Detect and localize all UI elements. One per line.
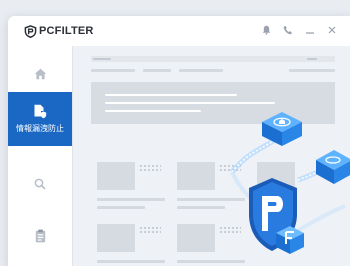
notification-bell-icon[interactable]	[260, 24, 272, 36]
placeholder-line	[179, 69, 223, 72]
main-content	[72, 46, 350, 266]
pcfilter-logo-icon	[24, 24, 37, 38]
card-dots	[139, 164, 161, 172]
sidebar-item-leak-prevention[interactable]: 情報漏洩防止	[8, 92, 72, 146]
close-button[interactable]	[326, 24, 338, 36]
window-controls	[260, 24, 338, 36]
placeholder-line	[91, 69, 135, 72]
sidebar-item-search[interactable]	[8, 162, 72, 206]
banner-placeholder-line	[105, 94, 237, 96]
header-placeholder	[91, 56, 335, 62]
card-text-line	[177, 206, 225, 209]
card-thumbnail	[97, 162, 135, 190]
shield-document-icon	[34, 104, 47, 119]
card-text-line	[177, 260, 245, 263]
card-thumbnail	[177, 162, 215, 190]
card-thumbnail	[257, 162, 295, 190]
placeholder-line	[289, 69, 335, 72]
minimize-button[interactable]	[304, 24, 316, 36]
app-window: PCFILTER 情報漏洩防止	[8, 16, 350, 266]
header-placeholder-text	[93, 58, 111, 60]
banner-placeholder	[91, 82, 335, 124]
clipboard-icon	[35, 229, 45, 243]
card-text-line	[177, 198, 245, 201]
header-placeholder-dots	[307, 58, 317, 60]
sidebar-item-report[interactable]	[8, 214, 72, 258]
placeholder-line	[143, 69, 171, 72]
title-bar: PCFILTER	[8, 16, 350, 46]
search-icon	[34, 178, 46, 190]
card-dots	[219, 226, 241, 234]
card-thumbnail	[97, 224, 135, 252]
home-icon	[34, 68, 46, 80]
card-text-line	[97, 198, 165, 201]
banner-placeholder-line	[105, 102, 275, 104]
phone-support-icon[interactable]	[282, 24, 294, 36]
brand-name: PCFILTER	[39, 25, 94, 37]
brand-logo: PCFILTER	[24, 24, 94, 38]
card-dots	[139, 226, 161, 234]
card-text-line	[97, 206, 145, 209]
sidebar-item-label: 情報漏洩防止	[16, 124, 64, 133]
card-thumbnail	[177, 224, 215, 252]
sidebar: 情報漏洩防止	[8, 46, 72, 266]
card-text-line	[97, 260, 165, 263]
sidebar-item-home[interactable]	[8, 52, 72, 96]
card-dots	[219, 164, 241, 172]
banner-placeholder-line	[105, 110, 201, 112]
